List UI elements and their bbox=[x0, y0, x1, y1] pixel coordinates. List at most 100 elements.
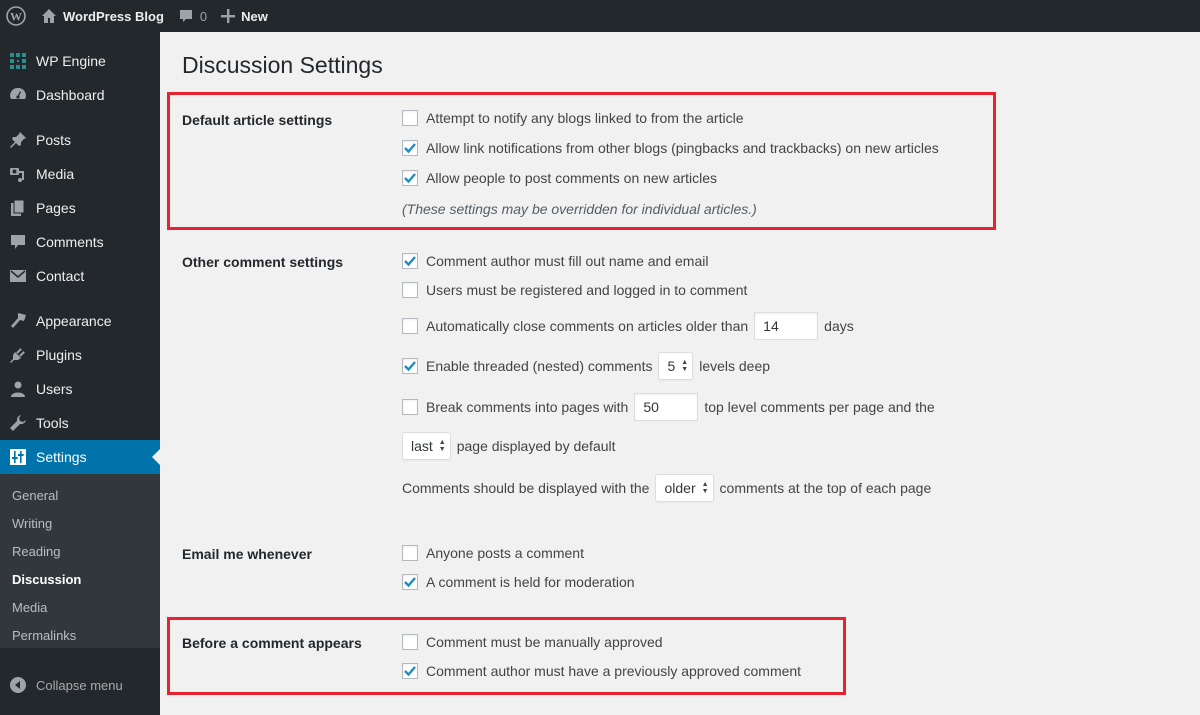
active-menu-arrow bbox=[152, 449, 160, 465]
default-page-value: last bbox=[411, 438, 433, 454]
thread-depth-select[interactable]: 5 ▲ ▼ bbox=[658, 352, 694, 380]
sidebar-item-tools[interactable]: Tools bbox=[0, 406, 160, 440]
pages-icon bbox=[0, 199, 36, 217]
manual-approval-label: Comment must be manually approved bbox=[426, 634, 663, 650]
require-name-email-checkbox[interactable] bbox=[402, 253, 418, 269]
threaded-comments-label: Enable threaded (nested) comments bbox=[426, 358, 653, 374]
select-arrows-icon: ▲ ▼ bbox=[681, 359, 689, 373]
page-comments-option: Break comments into pages with 50 top le… bbox=[402, 393, 935, 421]
sidebar-item-contact[interactable]: Contact bbox=[0, 259, 160, 293]
override-note: (These settings may be overridden for in… bbox=[402, 201, 757, 217]
sidebar-item-plugins[interactable]: Plugins bbox=[0, 338, 160, 372]
submenu-item-reading[interactable]: Reading bbox=[12, 544, 60, 559]
dashboard-gauge-icon bbox=[0, 86, 36, 104]
email-new-comment-label: Anyone posts a comment bbox=[426, 545, 584, 561]
email-moderation-checkbox[interactable] bbox=[402, 574, 418, 590]
site-name-link[interactable]: WordPress Blog bbox=[34, 0, 171, 32]
days-label: days bbox=[824, 318, 854, 334]
sidebar-item-appearance[interactable]: Appearance bbox=[0, 304, 160, 338]
wordpress-logo-button[interactable]: W bbox=[0, 0, 34, 32]
sidebar-item-media[interactable]: Media bbox=[0, 157, 160, 191]
registration-required-option[interactable]: Users must be registered and logged in t… bbox=[402, 282, 747, 298]
auto-close-label: Automatically close comments on articles… bbox=[426, 318, 749, 334]
previously-approved-checkbox[interactable] bbox=[402, 663, 418, 679]
new-content-button[interactable]: New bbox=[214, 0, 275, 32]
pingbacks-checkbox[interactable] bbox=[402, 140, 418, 156]
threaded-comments-checkbox[interactable] bbox=[402, 358, 418, 374]
select-arrows-icon: ▲ ▼ bbox=[438, 439, 446, 453]
sidebar-item-posts[interactable]: Posts bbox=[0, 123, 160, 157]
submenu-item-permalinks[interactable]: Permalinks bbox=[12, 628, 76, 643]
allow-comments-label: Allow people to post comments on new art… bbox=[426, 170, 718, 186]
comments-per-page-input[interactable]: 50 bbox=[634, 393, 699, 421]
levels-deep-label: levels deep bbox=[699, 358, 771, 374]
default-page-select[interactable]: last ▲ ▼ bbox=[402, 432, 451, 460]
submenu-item-discussion[interactable]: Discussion bbox=[12, 572, 81, 587]
select-arrows-icon: ▲ ▼ bbox=[701, 481, 709, 495]
manual-approval-option[interactable]: Comment must be manually approved bbox=[402, 634, 663, 650]
wp-engine-grid-icon bbox=[0, 52, 36, 70]
admin-bar: W WordPress Blog 0 New bbox=[0, 0, 1200, 32]
comment-icon bbox=[0, 233, 36, 251]
manual-approval-checkbox[interactable] bbox=[402, 634, 418, 650]
require-name-email-option[interactable]: Comment author must fill out name and em… bbox=[402, 253, 708, 269]
allow-comments-option[interactable]: Allow people to post comments on new art… bbox=[402, 170, 717, 186]
registration-required-checkbox[interactable] bbox=[402, 282, 418, 298]
before-comment-appears-label: Before a comment appears bbox=[182, 635, 362, 651]
comments-link[interactable]: 0 bbox=[171, 0, 214, 32]
other-comment-settings-label: Other comment settings bbox=[182, 254, 344, 270]
email-new-comment-option[interactable]: Anyone posts a comment bbox=[402, 545, 584, 561]
submenu-item-media[interactable]: Media bbox=[12, 600, 47, 615]
settings-sliders-icon bbox=[0, 448, 36, 466]
plus-icon bbox=[221, 9, 236, 23]
collapse-arrow-icon bbox=[0, 677, 36, 693]
sidebar-item-dashboard[interactable]: Dashboard bbox=[0, 78, 160, 112]
default-page-option: last ▲ ▼ page displayed by default bbox=[402, 432, 616, 460]
threaded-comments-option: Enable threaded (nested) comments 5 ▲ ▼ l… bbox=[402, 352, 770, 380]
sidebar-item-pages[interactable]: Pages bbox=[0, 191, 160, 225]
email-new-comment-checkbox[interactable] bbox=[402, 545, 418, 561]
comment-order-suffix: comments at the top of each page bbox=[719, 480, 932, 496]
sidebar-item-users[interactable]: Users bbox=[0, 372, 160, 406]
registration-required-label: Users must be registered and logged in t… bbox=[426, 282, 748, 298]
notify-blogs-option[interactable]: Attempt to notify any blogs linked to fr… bbox=[402, 110, 744, 126]
home-icon bbox=[41, 8, 57, 24]
notify-blogs-checkbox[interactable] bbox=[402, 110, 418, 126]
svg-text:W: W bbox=[10, 10, 22, 24]
comment-bubble-icon bbox=[178, 8, 194, 24]
page-title: Discussion Settings bbox=[182, 52, 383, 78]
site-name: WordPress Blog bbox=[63, 8, 164, 24]
default-page-label: page displayed by default bbox=[456, 438, 616, 454]
require-name-email-label: Comment author must fill out name and em… bbox=[426, 253, 709, 269]
wrench-icon bbox=[0, 414, 36, 432]
default-article-settings-label: Default article settings bbox=[182, 112, 333, 128]
email-me-whenever-label: Email me whenever bbox=[182, 546, 312, 562]
email-moderation-option[interactable]: A comment is held for moderation bbox=[402, 574, 635, 590]
media-camera-music-icon bbox=[0, 165, 36, 183]
sidebar-item-wp-engine[interactable]: WP Engine bbox=[0, 44, 160, 78]
highlight-box-before-comment bbox=[167, 617, 846, 695]
wordpress-logo-icon: W bbox=[6, 6, 26, 26]
sidebar-item-comments[interactable]: Comments bbox=[0, 225, 160, 259]
email-moderation-label: A comment is held for moderation bbox=[426, 574, 635, 590]
submenu-item-writing[interactable]: Writing bbox=[12, 516, 52, 531]
collapse-menu-button[interactable]: Collapse menu bbox=[0, 670, 160, 700]
new-label: New bbox=[241, 8, 268, 24]
comment-order-label: Comments should be displayed with the bbox=[402, 480, 650, 496]
submenu-item-general[interactable]: General bbox=[12, 488, 58, 503]
sidebar-item-settings[interactable]: Settings bbox=[0, 440, 160, 474]
per-page-label: top level comments per page and the bbox=[704, 399, 935, 415]
close-days-input[interactable]: 14 bbox=[754, 312, 819, 340]
previously-approved-option[interactable]: Comment author must have a previously ap… bbox=[402, 663, 801, 679]
comment-order-select[interactable]: older ▲ ▼ bbox=[655, 474, 714, 502]
pingbacks-option[interactable]: Allow link notifications from other blog… bbox=[402, 140, 939, 156]
comment-order-value: older bbox=[664, 480, 696, 496]
notify-blogs-label: Attempt to notify any blogs linked to fr… bbox=[426, 110, 744, 126]
page-comments-label: Break comments into pages with bbox=[426, 399, 629, 415]
comment-order-option: Comments should be displayed with the ol… bbox=[402, 474, 931, 502]
auto-close-checkbox[interactable] bbox=[402, 318, 418, 334]
pushpin-icon bbox=[0, 131, 36, 149]
allow-comments-checkbox[interactable] bbox=[402, 170, 418, 186]
envelope-icon bbox=[0, 267, 36, 285]
page-comments-checkbox[interactable] bbox=[402, 399, 418, 415]
